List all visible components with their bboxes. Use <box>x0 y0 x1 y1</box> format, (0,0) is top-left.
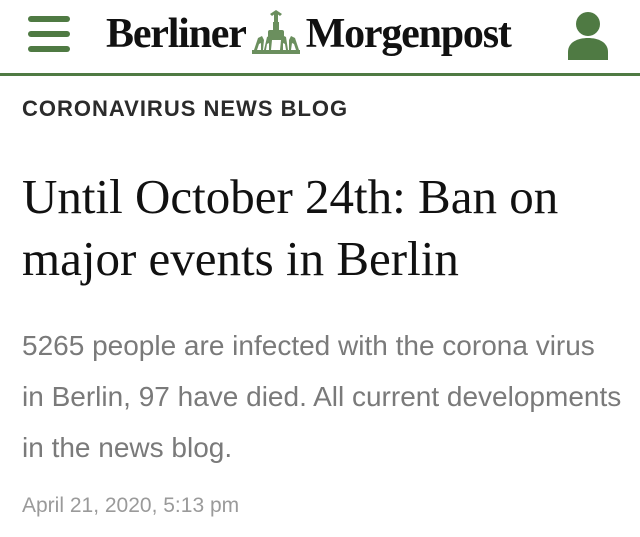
quadriga-emblem-icon <box>251 10 300 54</box>
hamburger-menu-icon[interactable] <box>24 14 72 54</box>
category-label[interactable]: CORONAVIRUS NEWS BLOG <box>22 96 348 122</box>
logo-word-left: Berliner <box>106 11 247 57</box>
article-headline[interactable]: Until October 24th: Ban on major events … <box>22 166 622 290</box>
site-logo[interactable]: Berliner Morgenpost <box>106 6 546 62</box>
article-teaser: 5265 people are infected with the corona… <box>22 330 622 463</box>
logo-word-right: Morgenpost <box>305 11 512 57</box>
site-header: Berliner Morgenpost <box>0 0 640 76</box>
article-date: April 21, 2020, 5:13 pm <box>22 494 240 517</box>
user-account-icon[interactable] <box>560 6 616 62</box>
